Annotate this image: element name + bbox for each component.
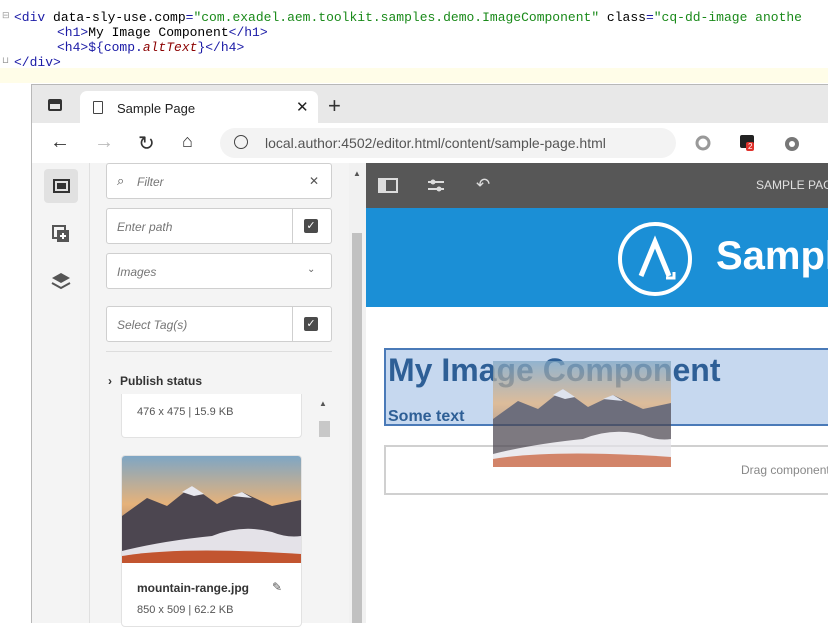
- page-icon: [93, 101, 103, 114]
- browser-toolbar: ← → ↻ ⌂ local.author:4502/editor.html/co…: [32, 123, 828, 163]
- new-tab-button[interactable]: +: [328, 93, 341, 119]
- current-line-highlight: [0, 68, 828, 83]
- globe-icon: [234, 135, 248, 149]
- scroll-up-icon[interactable]: ▲: [319, 399, 327, 408]
- dragged-image-ghost: [493, 361, 671, 467]
- hero-title: Sample: [716, 234, 828, 278]
- publish-status-label: Publish status: [120, 374, 203, 388]
- fold-toggle-icon[interactable]: ⊟: [2, 12, 11, 21]
- circle-extension-icon[interactable]: [695, 135, 711, 151]
- close-tab-icon[interactable]: ✕: [296, 98, 309, 116]
- refresh-icon[interactable]: ↻: [138, 131, 155, 156]
- checkbox-icon: ✓: [304, 317, 318, 331]
- side-rail: [32, 163, 90, 623]
- scroll-thumb[interactable]: [352, 233, 362, 623]
- components-icon: [52, 225, 69, 242]
- asset-type-select[interactable]: Images ⌄: [106, 253, 332, 289]
- clear-icon[interactable]: ✕: [309, 174, 319, 188]
- fold-end-icon: ⊔: [2, 56, 10, 66]
- asset-type-value: Images: [117, 265, 157, 279]
- tags-field[interactable]: Select Tag(s) ✓: [106, 306, 332, 342]
- panel-scrollbar[interactable]: ▲: [349, 163, 366, 623]
- drop-zone-text: Drag components here: [741, 463, 828, 477]
- checkbox-icon: ✓: [304, 219, 318, 233]
- back-arrow-icon[interactable]: ←: [50, 131, 70, 154]
- asset-filename: mountain-range.jpg: [137, 581, 249, 595]
- publish-status-toggle[interactable]: › Publish status: [108, 374, 202, 388]
- address-bar[interactable]: local.author:4502/editor.html/content/sa…: [220, 128, 676, 158]
- scroll-up-icon[interactable]: ▲: [353, 169, 361, 178]
- layers-icon: [51, 273, 71, 290]
- url-text: local.author:4502/editor.html/content/sa…: [265, 135, 606, 151]
- components-tab-button[interactable]: [44, 217, 78, 251]
- tags-placeholder: Select Tag(s): [117, 318, 188, 332]
- tab-title: Sample Page: [117, 101, 196, 116]
- page-name-label: SAMPLE PAGE: [756, 178, 828, 192]
- properties-icon[interactable]: [426, 178, 446, 194]
- component-subheading: Some text: [388, 408, 465, 425]
- asset-meta: 850 x 509 | 62.2 KB: [137, 604, 234, 616]
- scroll-thumb[interactable]: [319, 421, 330, 437]
- tab-actions-icon[interactable]: [48, 99, 62, 111]
- asset-meta: 476 x 475 | 15.9 KB: [137, 406, 234, 418]
- edit-icon[interactable]: ✎: [272, 580, 282, 594]
- browser-window: Sample Page ✕ + ← → ↻ ⌂ local.author:450…: [31, 84, 828, 627]
- path-placeholder: Enter path: [117, 220, 173, 234]
- opera-extension-icon[interactable]: [783, 135, 801, 153]
- assets-scrollbar[interactable]: ▲: [317, 395, 331, 625]
- asset-card[interactable]: mountain-range.jpg ✎ 850 x 509 | 62.2 KB: [121, 455, 302, 627]
- badge-count: 2: [746, 142, 755, 151]
- hero-banner: Sample: [366, 208, 828, 307]
- chevron-down-icon: ⌄: [307, 264, 316, 275]
- path-field[interactable]: Enter path ✓: [106, 208, 332, 244]
- asset-card[interactable]: 476 x 475 | 15.9 KB: [121, 394, 302, 438]
- search-icon: ⌕: [117, 173, 125, 188]
- forward-arrow-icon[interactable]: →: [94, 131, 114, 154]
- undo-icon[interactable]: ↶: [476, 175, 490, 195]
- path-browse-button[interactable]: ✓: [292, 209, 331, 243]
- tags-picker-button[interactable]: ✓: [292, 307, 331, 341]
- tab-sample-page[interactable]: Sample Page ✕: [80, 91, 318, 124]
- filter-field[interactable]: ⌕ Filter ✕: [106, 163, 332, 199]
- logo-mark-icon: [638, 235, 676, 280]
- tab-bar: Sample Page ✕ +: [32, 85, 828, 124]
- code-line-4: </div>: [14, 55, 61, 70]
- assets-icon: [53, 179, 70, 193]
- editor-toolbar: ↶ SAMPLE PAGE: [366, 163, 828, 208]
- home-icon[interactable]: ⌂: [182, 131, 193, 152]
- side-panel-toggle-icon[interactable]: [378, 178, 398, 194]
- brand-logo: [618, 222, 692, 296]
- mountain-thumbnail: [122, 456, 301, 563]
- divider: [106, 351, 332, 352]
- extension-badge-icon[interactable]: 2: [740, 135, 755, 151]
- assets-panel: ⌕ Filter ✕ Enter path ✓ Images ⌄ Select …: [90, 163, 349, 627]
- content-tree-tab-button[interactable]: [44, 265, 78, 299]
- code-line-1: <div data-sly-use.comp="com.exadel.aem.t…: [14, 10, 802, 25]
- chevron-right-icon: ›: [108, 374, 112, 388]
- code-line-2: <h1>My Image Component</h1>: [57, 25, 268, 40]
- code-editor: ⊟ <div data-sly-use.comp="com.exadel.aem…: [0, 0, 828, 84]
- code-line-3: <h4>${comp.altText}</h4>: [57, 40, 245, 55]
- assets-tab-button[interactable]: [44, 169, 78, 203]
- filter-placeholder: Filter: [137, 175, 164, 189]
